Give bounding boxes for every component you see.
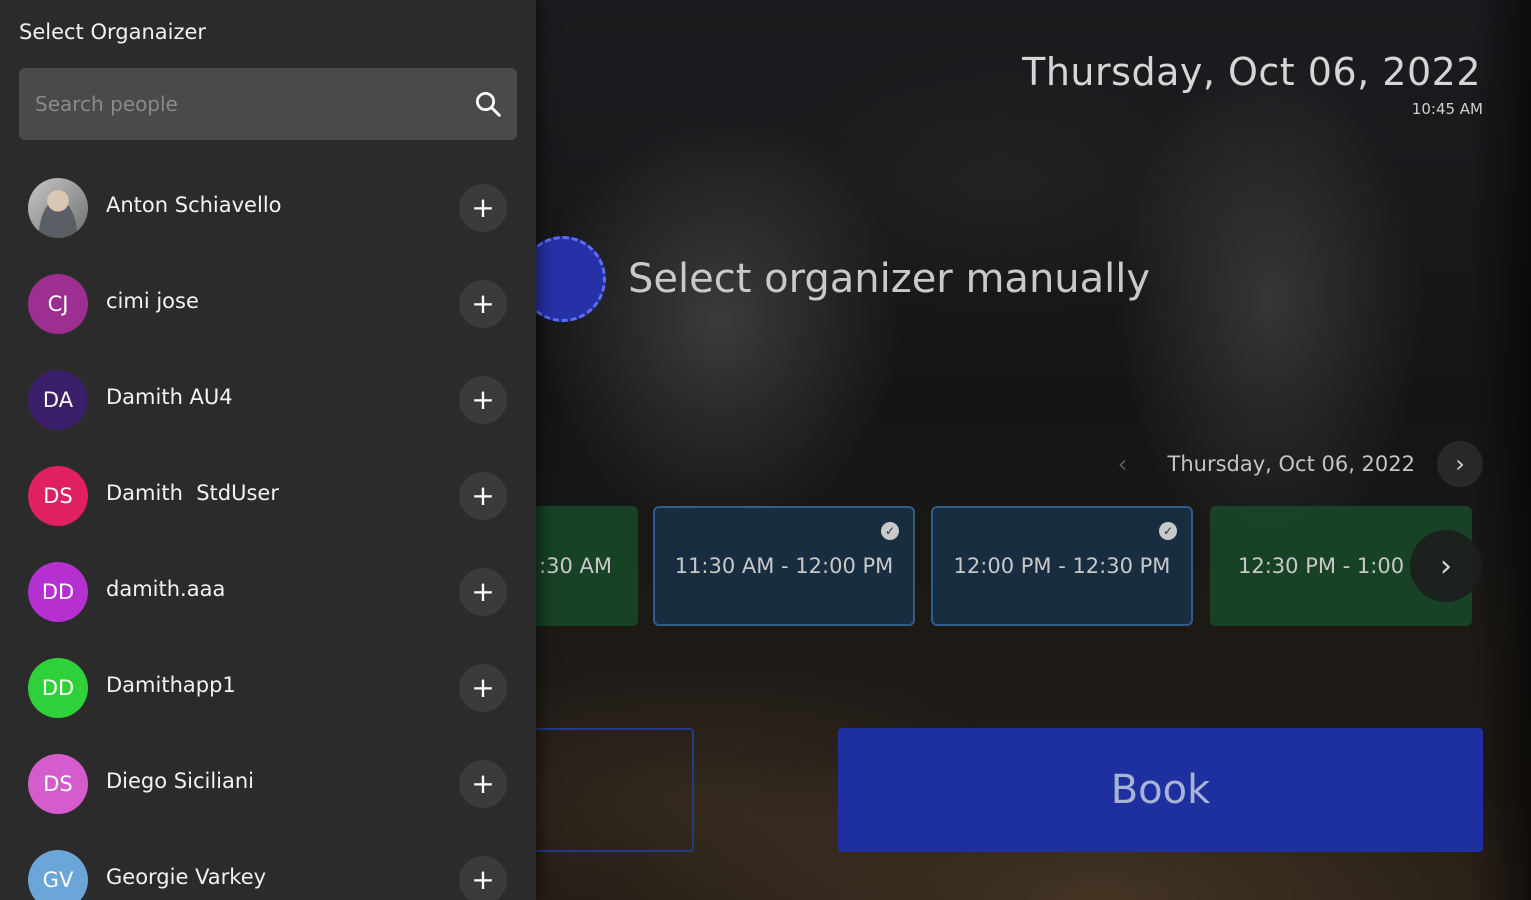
person-name: Georgie Varkey: [106, 865, 267, 889]
time-slot-label: :30 AM: [539, 554, 612, 578]
time-slot-strip: :30 AM 11:30 AM - 12:00 PM ✓ 12:00 PM - …: [500, 506, 1485, 628]
person-name: Damith StdUser: [106, 481, 279, 505]
avatar-initials: DS: [43, 484, 73, 508]
add-person-button[interactable]: +: [459, 760, 507, 808]
select-organizer-prompt[interactable]: Select organizer manually: [520, 236, 1150, 322]
day-navigator: ‹ Thursday, Oct 06, 2022 ›: [1100, 440, 1483, 488]
avatar: DD: [28, 658, 88, 718]
person-name: cimi jose: [106, 289, 199, 313]
avatar: CJ: [28, 274, 88, 334]
avatar: DA: [28, 370, 88, 430]
person-name: Damithapp1: [106, 673, 236, 697]
plus-icon: +: [471, 383, 495, 416]
person-name: Diego Siciliani: [106, 769, 255, 793]
avatar: DD: [28, 562, 88, 622]
avatar: DS: [28, 754, 88, 814]
time-slot[interactable]: 12:00 PM - 12:30 PM ✓: [931, 506, 1193, 626]
avatar-initials: DD: [41, 676, 75, 700]
time-slot-label: 11:30 AM - 12:00 PM: [674, 554, 894, 578]
current-date: Thursday, Oct 06, 2022: [1022, 50, 1481, 94]
add-person-button[interactable]: +: [459, 856, 507, 900]
avatar: DS: [28, 466, 88, 526]
sidebar-title: Select Organaizer: [19, 20, 207, 44]
plus-icon: +: [471, 191, 495, 224]
avatar-initials: DA: [42, 388, 74, 412]
selected-day-label: Thursday, Oct 06, 2022: [1167, 452, 1416, 476]
add-person-button[interactable]: +: [459, 568, 507, 616]
list-item[interactable]: DD Damithapp1 +: [0, 640, 536, 736]
avatar-initials: GV: [42, 868, 74, 892]
plus-icon: +: [471, 479, 495, 512]
plus-icon: +: [471, 287, 495, 320]
time-slot-label: 12:30 PM - 1:00: [1238, 554, 1405, 578]
person-name: Anton Schiavello: [106, 193, 282, 217]
time-slot[interactable]: 11:30 AM - 12:00 PM ✓: [653, 506, 915, 626]
chevron-left-icon[interactable]: ‹: [1100, 441, 1146, 487]
avatar-initials: DD: [41, 580, 75, 604]
add-person-button[interactable]: +: [459, 184, 507, 232]
plus-icon: +: [471, 575, 495, 608]
list-item[interactable]: CJ cimi jose +: [0, 256, 536, 352]
time-slot-label: 12:00 PM - 12:30 PM: [953, 554, 1171, 578]
search-box[interactable]: [19, 68, 517, 140]
avatar: GV: [28, 850, 88, 900]
people-list: Anton Schiavello + CJ cimi jose + DA Damith AU…: [0, 160, 536, 900]
book-button[interactable]: Book: [838, 728, 1483, 852]
list-item[interactable]: DS Damith StdUser +: [0, 448, 536, 544]
list-item[interactable]: Anton Schiavello +: [0, 160, 536, 256]
chevron-right-icon[interactable]: ›: [1437, 441, 1483, 487]
add-person-button[interactable]: +: [459, 664, 507, 712]
add-person-button[interactable]: +: [459, 376, 507, 424]
list-item[interactable]: DS Diego Siciliani +: [0, 736, 536, 832]
plus-icon: +: [471, 671, 495, 704]
list-item[interactable]: GV Georgie Varkey +: [0, 832, 536, 900]
plus-icon: +: [471, 863, 495, 896]
list-item[interactable]: DD damith.aaa +: [0, 544, 536, 640]
search-icon[interactable]: [473, 89, 503, 119]
plus-icon: +: [471, 767, 495, 800]
person-name: damith.aaa: [106, 577, 226, 601]
list-item[interactable]: DA Damith AU4 +: [0, 352, 536, 448]
current-time: 10:45 AM: [1411, 100, 1483, 118]
organizer-sidebar: Select Organaizer Anton Schiavello + CJ cim…: [0, 0, 536, 900]
add-person-button[interactable]: +: [459, 472, 507, 520]
person-name: Damith AU4: [106, 385, 233, 409]
avatar: [28, 178, 88, 238]
check-icon: ✓: [881, 522, 899, 540]
select-organizer-label[interactable]: Select organizer manually: [628, 256, 1150, 302]
room-booking-screen: Thursday, Oct 06, 2022 10:45 AM Select o…: [0, 0, 1531, 900]
avatar-initials: CJ: [47, 292, 69, 316]
add-person-button[interactable]: +: [459, 280, 507, 328]
avatar-initials: DS: [43, 772, 73, 796]
search-input[interactable]: [33, 91, 473, 117]
check-icon: ✓: [1159, 522, 1177, 540]
chevron-right-icon[interactable]: ›: [1410, 530, 1482, 602]
